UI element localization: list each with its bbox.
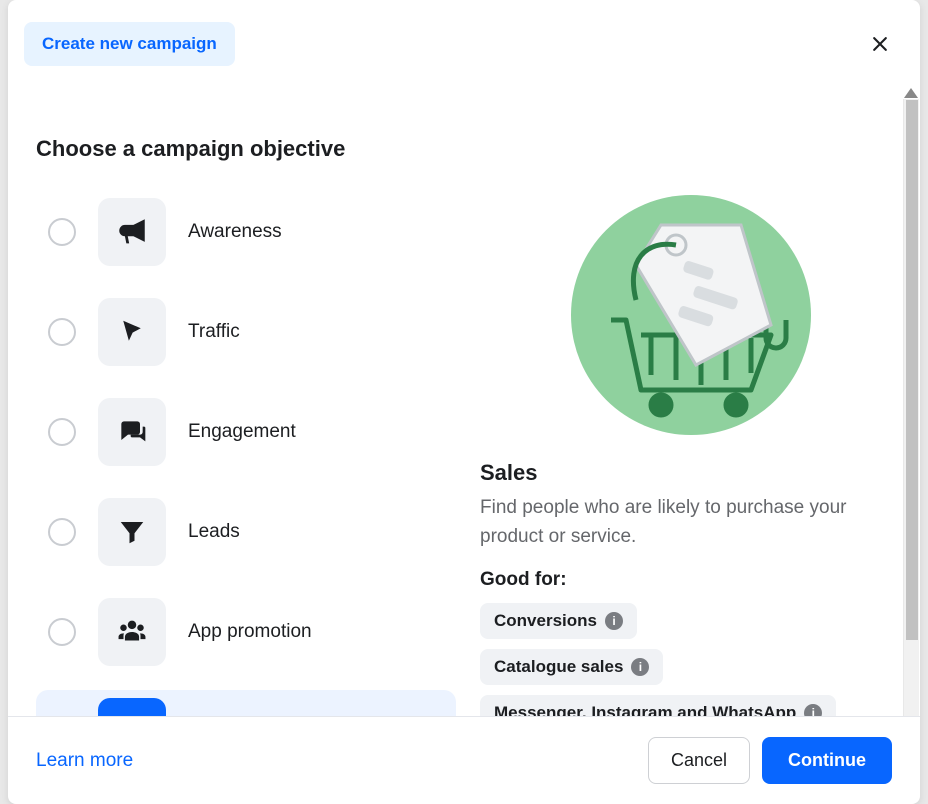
- campaign-objective-modal: Create new campaign Choose a campaign ob…: [8, 0, 920, 804]
- objective-engagement[interactable]: Engagement: [36, 390, 456, 474]
- objectives-list: Awareness Traffic: [36, 190, 456, 716]
- people-icon: [98, 598, 166, 666]
- objective-label: Traffic: [188, 321, 240, 343]
- good-for-chips: Conversions i Catalogue sales i Messenge…: [480, 603, 902, 716]
- info-icon[interactable]: i: [804, 704, 822, 716]
- good-for-label: Good for:: [480, 569, 902, 591]
- chip-messenger-instagram-whatsapp[interactable]: Messenger, Instagram and WhatsApp i: [480, 695, 836, 716]
- objective-label: Leads: [188, 521, 240, 543]
- cursor-icon: [98, 298, 166, 366]
- continue-button[interactable]: Continue: [762, 737, 892, 784]
- info-icon[interactable]: i: [631, 658, 649, 676]
- megaphone-icon: [98, 198, 166, 266]
- objective-label: Awareness: [188, 221, 282, 243]
- section-title: Choose a campaign objective: [36, 136, 902, 162]
- footer-buttons: Cancel Continue: [648, 737, 892, 784]
- radio-app-promotion[interactable]: [48, 618, 76, 646]
- modal-header: Create new campaign: [8, 0, 920, 88]
- scroll-up-arrow[interactable]: [904, 88, 918, 98]
- detail-title: Sales: [480, 460, 902, 486]
- comments-icon: [98, 398, 166, 466]
- objective-detail-panel: Sales Find people who are likely to purc…: [480, 190, 902, 716]
- radio-awareness[interactable]: [48, 218, 76, 246]
- create-new-campaign-button[interactable]: Create new campaign: [24, 22, 235, 66]
- chip-catalogue-sales[interactable]: Catalogue sales i: [480, 649, 663, 685]
- info-icon[interactable]: i: [605, 612, 623, 630]
- chip-label: Catalogue sales: [494, 657, 623, 677]
- chip-label: Conversions: [494, 611, 597, 631]
- cancel-button[interactable]: Cancel: [648, 737, 750, 784]
- objective-label: App promotion: [188, 621, 312, 643]
- content-row: Awareness Traffic: [36, 190, 902, 716]
- funnel-icon: [98, 498, 166, 566]
- sales-illustration: [566, 190, 816, 440]
- objective-app-promotion[interactable]: App promotion: [36, 590, 456, 674]
- close-button[interactable]: [862, 26, 898, 62]
- objective-leads[interactable]: Leads: [36, 490, 456, 574]
- chip-conversions[interactable]: Conversions i: [480, 603, 637, 639]
- detail-description: Find people who are likely to purchase y…: [480, 494, 902, 551]
- objective-awareness[interactable]: Awareness: [36, 190, 456, 274]
- scrollbar-thumb[interactable]: [906, 100, 918, 640]
- modal-body: Choose a campaign objective Awareness: [8, 88, 920, 716]
- radio-engagement[interactable]: [48, 418, 76, 446]
- objective-label: Engagement: [188, 421, 296, 443]
- learn-more-link[interactable]: Learn more: [36, 750, 133, 772]
- modal-footer: Learn more Cancel Continue: [8, 716, 920, 804]
- objective-sales[interactable]: Sales: [36, 690, 456, 716]
- chip-label: Messenger, Instagram and WhatsApp: [494, 703, 796, 716]
- shopping-bag-icon: [98, 698, 166, 716]
- radio-traffic[interactable]: [48, 318, 76, 346]
- radio-leads[interactable]: [48, 518, 76, 546]
- close-icon: [870, 33, 890, 55]
- objective-traffic[interactable]: Traffic: [36, 290, 456, 374]
